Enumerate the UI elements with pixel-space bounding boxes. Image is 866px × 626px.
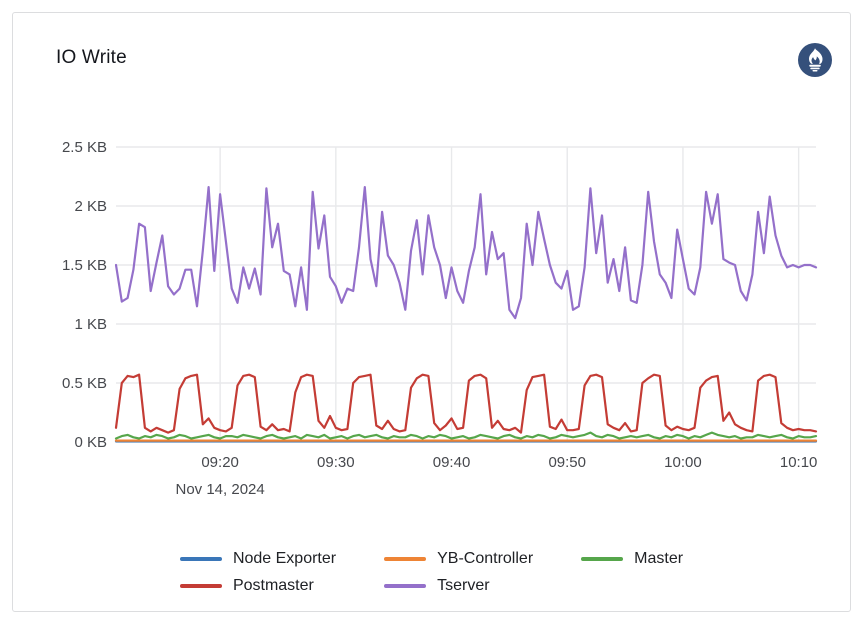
legend-label: Postmaster	[233, 577, 314, 595]
legend-swatch-yb-controller	[384, 557, 426, 561]
legend-item-tserver[interactable]: Tserver	[384, 577, 489, 595]
y-tick-label: 0 KB	[74, 434, 107, 451]
io-write-chart[interactable]: 0 KB 0.5 KB 1 KB 1.5 KB 2 KB 2.5 KB 09:20 09:30…	[13, 13, 850, 513]
legend-label: Master	[634, 550, 683, 568]
x-tick-label: 09:40	[433, 454, 471, 471]
legend-swatch-node-exporter	[180, 557, 222, 561]
x-tick-label: 10:00	[664, 454, 702, 471]
x-tick-label: 09:20	[201, 454, 239, 471]
y-tick-label: 0.5 KB	[62, 375, 107, 392]
y-tick-label: 2 KB	[74, 198, 107, 215]
legend-swatch-master	[581, 557, 623, 561]
x-tick-label: 09:50	[548, 454, 586, 471]
legend-grid: Node Exporter YB-Controller Master Postmast…	[180, 550, 683, 595]
legend-label: YB-Controller	[437, 550, 533, 568]
legend-label: Node Exporter	[233, 550, 336, 568]
x-tick-label: 09:30	[317, 454, 355, 471]
y-tick-label: 2.5 KB	[62, 139, 107, 156]
legend-item-master[interactable]: Master	[581, 550, 683, 568]
series-line-tserver	[116, 187, 816, 318]
chart-legend: Node Exporter YB-Controller Master Postmast…	[13, 550, 850, 595]
io-write-panel: IO Write 0 KB0.5 KB1 KB1.5 KB2 KB2.5 KB0…	[12, 12, 851, 612]
x-tick-label: 10:10	[780, 454, 818, 471]
legend-item-node-exporter[interactable]: Node Exporter	[180, 550, 336, 568]
y-tick-label: 1.5 KB	[62, 257, 107, 274]
legend-item-yb-controller[interactable]: YB-Controller	[384, 550, 533, 568]
legend-item-postmaster[interactable]: Postmaster	[180, 577, 314, 595]
legend-label: Tserver	[437, 577, 489, 595]
y-tick-label: 1 KB	[74, 316, 107, 333]
legend-swatch-tserver	[384, 584, 426, 588]
x-axis-date-label: Nov 14, 2024	[176, 481, 265, 498]
legend-swatch-postmaster	[180, 584, 222, 588]
series-line-master	[116, 433, 816, 439]
